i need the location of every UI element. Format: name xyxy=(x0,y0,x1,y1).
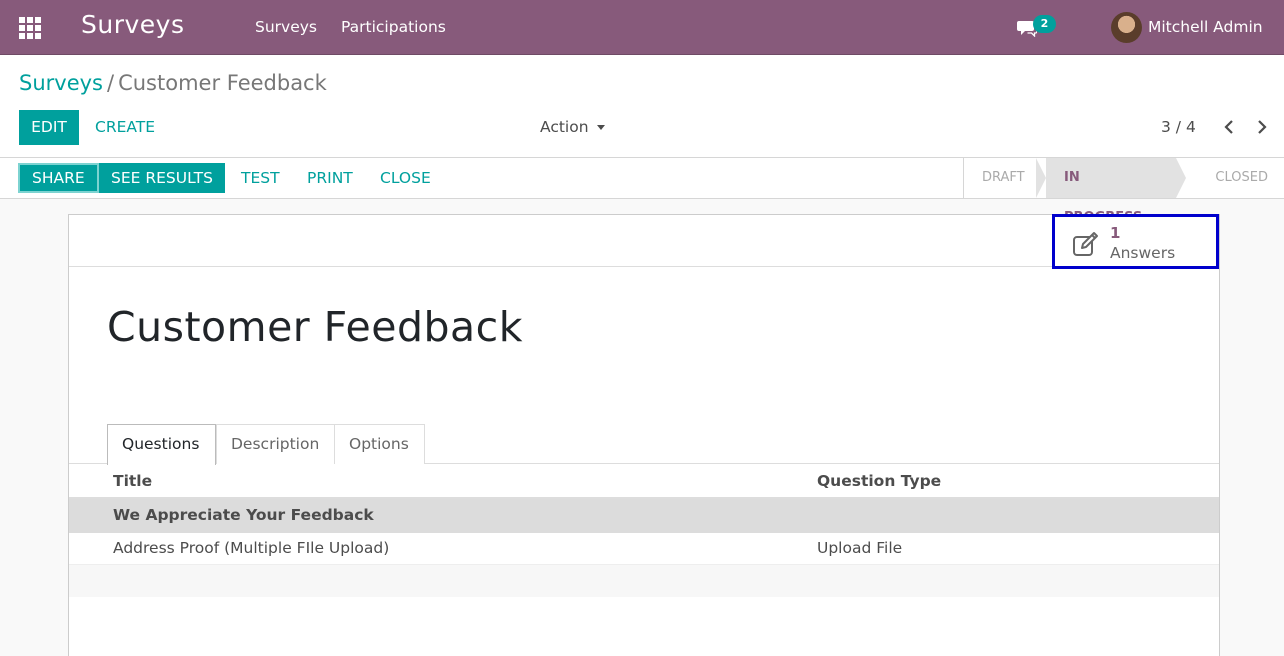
share-button[interactable]: SHARE xyxy=(18,163,99,193)
empty-row xyxy=(69,565,1219,597)
chevron-right-icon[interactable] xyxy=(1255,118,1269,136)
stage-draft[interactable]: DRAFT xyxy=(964,158,1036,198)
menu-item-surveys[interactable]: Surveys xyxy=(255,18,317,36)
answers-smart-button[interactable]: 1 Answers xyxy=(1052,214,1219,269)
test-button[interactable]: TEST xyxy=(241,163,280,193)
chevron-left-icon[interactable] xyxy=(1222,118,1236,136)
caret-down-icon xyxy=(596,125,605,130)
chat-count-badge: 2 xyxy=(1033,15,1056,33)
action-label: Action xyxy=(540,118,589,136)
column-header-title[interactable]: Title xyxy=(113,472,152,490)
answers-count: 1 xyxy=(1110,224,1121,242)
see-results-button[interactable]: SEE RESULTS xyxy=(99,163,225,193)
table-header: Title Question Type xyxy=(69,464,1219,499)
menu-item-participations[interactable]: Participations xyxy=(341,18,446,36)
main-menu: Surveys Participations xyxy=(255,18,446,36)
questions-table: Title Question Type We Appreciate Your F… xyxy=(69,464,1219,597)
close-button[interactable]: CLOSE xyxy=(380,163,431,193)
pager-value[interactable]: 3 / 4 xyxy=(1161,118,1196,136)
table-row[interactable]: Address Proof (Multiple FIle Upload) Upl… xyxy=(69,533,1219,565)
tab-description[interactable]: Description xyxy=(216,424,335,464)
control-panel: Surveys / Customer Feedback EDIT CREATE Ac… xyxy=(0,55,1284,158)
print-button[interactable]: PRINT xyxy=(307,163,353,193)
action-dropdown[interactable]: Action xyxy=(540,118,605,136)
tab-questions[interactable]: Questions xyxy=(107,424,216,465)
form-statusbar: SHARE SEE RESULTS TEST PRINT CLOSE DRAFT… xyxy=(0,158,1284,225)
stage-closed[interactable]: CLOSED xyxy=(1176,158,1284,198)
breadcrumb-parent[interactable]: Surveys xyxy=(19,71,103,95)
smart-button-box: 1 Answers xyxy=(69,214,1219,269)
avatar[interactable] xyxy=(1111,12,1142,43)
apps-grid-icon[interactable] xyxy=(19,17,41,39)
breadcrumb-current: Customer Feedback xyxy=(118,71,327,95)
stage-in-progress[interactable]: IN PROGRESS xyxy=(1036,158,1186,225)
tab-options[interactable]: Options xyxy=(334,424,425,464)
notebook-tabs: Questions Description Options xyxy=(69,424,1219,465)
app-brand[interactable]: Surveys xyxy=(81,10,185,39)
answers-label: Answers xyxy=(1110,244,1176,262)
breadcrumb-separator: / xyxy=(107,71,115,95)
section-title: We Appreciate Your Feedback xyxy=(113,506,374,524)
survey-title: Customer Feedback xyxy=(107,303,523,351)
edit-icon xyxy=(1073,232,1098,256)
breadcrumb: Surveys / Customer Feedback xyxy=(19,71,327,95)
edit-button[interactable]: EDIT xyxy=(19,110,79,145)
section-row[interactable]: We Appreciate Your Feedback xyxy=(69,499,1219,533)
question-type: Upload File xyxy=(817,539,903,557)
create-button[interactable]: CREATE xyxy=(95,118,155,136)
column-header-question-type[interactable]: Question Type xyxy=(817,472,941,490)
stage-selector: DRAFT IN PROGRESS CLOSED xyxy=(963,158,1284,225)
user-menu[interactable]: Mitchell Admin xyxy=(1148,18,1263,36)
question-title: Address Proof (Multiple FIle Upload) xyxy=(113,539,390,557)
form-sheet: 1 Answers Customer Feedback Questions De… xyxy=(68,214,1220,656)
top-navbar: Surveys Surveys Participations 2 Mitchel… xyxy=(0,0,1284,55)
